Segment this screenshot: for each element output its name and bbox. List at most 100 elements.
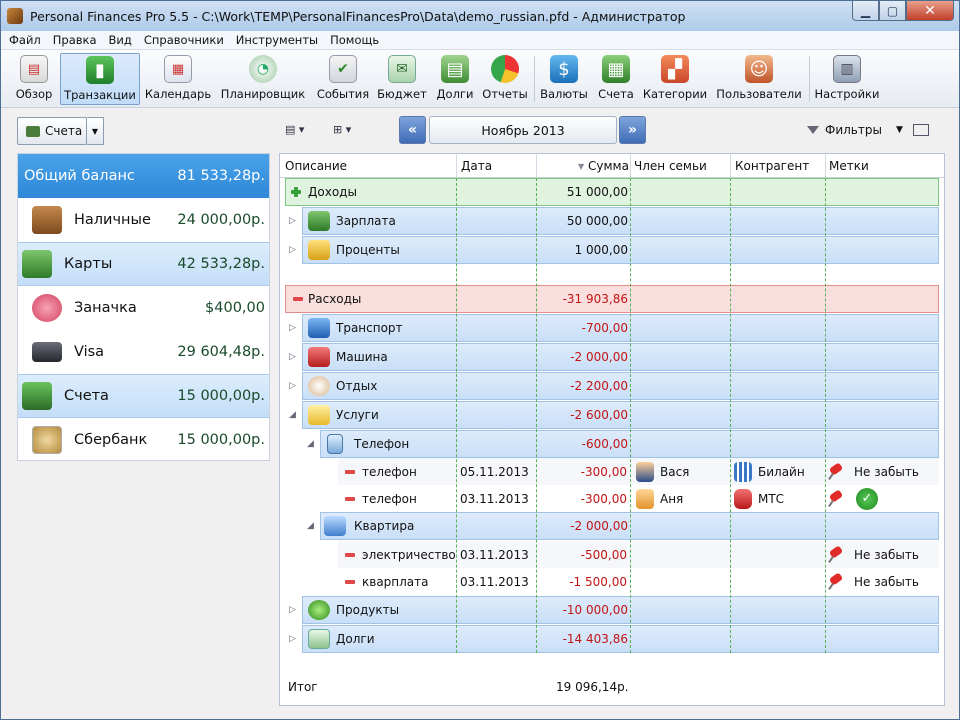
toolbar-reports-button[interactable]: Отчеты <box>481 53 529 105</box>
panel-toggle-icon[interactable] <box>912 124 929 136</box>
transaction-amount: -500,00 <box>580 547 627 562</box>
toolbar-calendar-button[interactable]: ▦ Календарь <box>143 53 213 105</box>
toolbar-settings-button[interactable]: ▥ Настройки <box>813 53 881 105</box>
category-transport[interactable]: ▷ Транспорт -700,00 <box>289 314 939 342</box>
toolbar-categories-label: Категории <box>642 87 708 101</box>
app-icon <box>7 8 23 24</box>
currencies-icon: $ <box>550 55 578 83</box>
account-group-cards[interactable]: Карты 42 533,28р. <box>18 242 269 286</box>
transaction-amount: -1 500,00 <box>569 574 627 589</box>
category-salary[interactable]: ▷ Зарплата 50 000,00 <box>289 207 939 235</box>
toolbar-accounts-button[interactable]: ▦ Счета <box>595 53 637 105</box>
users-icon: ☺ <box>745 55 773 83</box>
man-avatar-icon <box>636 461 654 482</box>
transaction-amount: -300,00 <box>580 464 627 479</box>
accounts-mini-icon <box>26 125 40 137</box>
period-selector[interactable]: Ноябрь 2013 <box>429 116 617 144</box>
toolbar-budget-label: Бюджет <box>377 87 427 101</box>
account-group-bank[interactable]: Счета 15 000,00р. <box>18 374 269 418</box>
app-window: Personal Finances Pro 5.5 - C:\Work\TEMP… <box>0 0 960 720</box>
toolbar-budget-button[interactable]: ✉ Бюджет <box>377 53 427 105</box>
column-description[interactable]: Описание <box>285 159 347 173</box>
settings-icon: ▥ <box>833 55 861 83</box>
account-stash[interactable]: Заначка $400,00 <box>18 286 269 330</box>
pushpin-icon <box>828 463 846 481</box>
category-amount: -2 000,00 <box>570 350 628 364</box>
next-period-button[interactable]: » <box>619 116 646 144</box>
column-tags[interactable]: Метки <box>829 159 869 173</box>
group-income[interactable]: Доходы 51 000,00 <box>285 178 939 206</box>
toolbar-currencies-button[interactable]: $ Валюты <box>539 53 589 105</box>
column-date[interactable]: Дата <box>461 159 492 173</box>
transaction-amount: -300,00 <box>580 491 627 506</box>
account-name: Общий баланс <box>24 168 135 184</box>
close-button[interactable]: ✕ <box>906 1 954 21</box>
transaction-row[interactable]: телефон 03.11.2013 -300,00 Аня МТС ✓ <box>338 485 939 512</box>
account-sberbank[interactable]: Сбербанк 15 000,00р. <box>18 418 269 462</box>
menu-tools[interactable]: Инструменты <box>236 33 318 47</box>
column-divider <box>630 178 631 653</box>
group-expenses[interactable]: Расходы -31 903,86 <box>285 285 939 313</box>
toolbar-categories-button[interactable]: ▞ Категории <box>642 53 708 105</box>
list-view-icon[interactable]: ▤ ▾ <box>285 123 304 136</box>
events-icon: ✔ <box>329 55 357 83</box>
category-car[interactable]: ▷ Машина -2 000,00 <box>289 343 939 371</box>
toolbar-events-button[interactable]: ✔ События <box>315 53 371 105</box>
account-balance: 81 533,28р. <box>177 168 265 184</box>
toolbar-scheduler-button[interactable]: ◔ Планировщик <box>219 53 307 105</box>
account-total-balance[interactable]: Общий баланс 81 533,28р. <box>18 154 269 198</box>
account-visa[interactable]: Visa 29 604,48р. <box>18 330 269 374</box>
maximize-button[interactable]: ▢ <box>879 1 906 21</box>
toolbar-overview-button[interactable]: ▤ Обзор <box>11 53 57 105</box>
account-name: Наличные <box>74 212 151 228</box>
filters-button[interactable]: Фильтры ▼ <box>807 123 929 137</box>
header-separator <box>825 154 826 178</box>
checkmark-icon: ✓ <box>856 487 878 510</box>
category-services[interactable]: ◢ Услуги -2 600,00 <box>289 401 939 429</box>
transaction-row[interactable]: кварплата 03.11.2013 -1 500,00 Не забыть <box>338 568 939 595</box>
account-name: Visa <box>74 344 105 360</box>
toolbar-separator <box>534 56 535 102</box>
toolbar-overview-label: Обзор <box>15 87 53 101</box>
bank-accounts-icon <box>22 382 52 410</box>
category-debts[interactable]: ▷ Долги -14 403,86 <box>289 625 939 653</box>
transaction-row[interactable]: электричество 03.11.2013 -500,00 Не забы… <box>338 541 939 568</box>
transaction-row[interactable]: телефон 05.11.2013 -300,00 Вася Билайн Н… <box>338 458 939 485</box>
category-interest[interactable]: ▷ Проценты 1 000,00 <box>289 236 939 264</box>
category-food[interactable]: ▷ Продукты -10 000,00 <box>289 596 939 624</box>
toolbar-calendar-label: Календарь <box>144 87 212 101</box>
account-cash[interactable]: Наличные 24 000,00р. <box>18 198 269 242</box>
main-toolbar: ▤ Обзор ▮ Транзакции ▦ Календарь ◔ Плани… <box>1 50 959 108</box>
title-bar[interactable]: Personal Finances Pro 5.5 - C:\Work\TEMP… <box>1 1 959 31</box>
prev-period-button[interactable]: « <box>399 116 426 144</box>
category-leisure[interactable]: ▷ Отдых -2 200,00 <box>289 372 939 400</box>
tree-view-icon[interactable]: ⊞ ▾ <box>333 123 351 136</box>
column-counterparty[interactable]: Контрагент <box>735 159 809 173</box>
account-balance: $400,00 <box>205 300 265 316</box>
filters-dropdown-icon[interactable]: ▼ <box>896 125 903 135</box>
cards-icon <box>22 250 52 278</box>
column-divider <box>730 178 731 653</box>
accounts-selector-button[interactable]: Счета <box>17 117 87 145</box>
menu-help[interactable]: Помощь <box>330 33 379 47</box>
account-name: Карты <box>64 256 113 272</box>
menu-file[interactable]: Файл <box>9 33 41 47</box>
toolbar-users-button[interactable]: ☺ Пользователи <box>714 53 804 105</box>
minimize-button[interactable]: ▁ <box>852 1 879 21</box>
menu-directories[interactable]: Справочники <box>144 33 224 47</box>
tag: Не забыть <box>828 463 919 481</box>
total-amount: 19 096,14р. <box>556 680 629 694</box>
grid-header: Описание Дата ▼ Сумма Член семьи Контраг… <box>280 154 944 178</box>
column-divider <box>536 178 537 653</box>
header-separator <box>730 154 731 178</box>
toolbar-accounts-label: Счета <box>598 87 634 101</box>
toolbar-debts-label: Долги <box>436 87 474 101</box>
column-family-member[interactable]: Член семьи <box>634 159 707 173</box>
toolbar-debts-button[interactable]: ▤ Долги <box>433 53 477 105</box>
menu-view[interactable]: Вид <box>109 33 132 47</box>
toolbar-transactions-button[interactable]: ▮ Транзакции <box>60 53 140 105</box>
accounts-icon: ▦ <box>602 55 630 83</box>
accounts-dropdown-button[interactable]: ▼ <box>87 117 104 145</box>
column-amount[interactable]: Сумма <box>588 159 629 173</box>
menu-edit[interactable]: Правка <box>53 33 97 47</box>
